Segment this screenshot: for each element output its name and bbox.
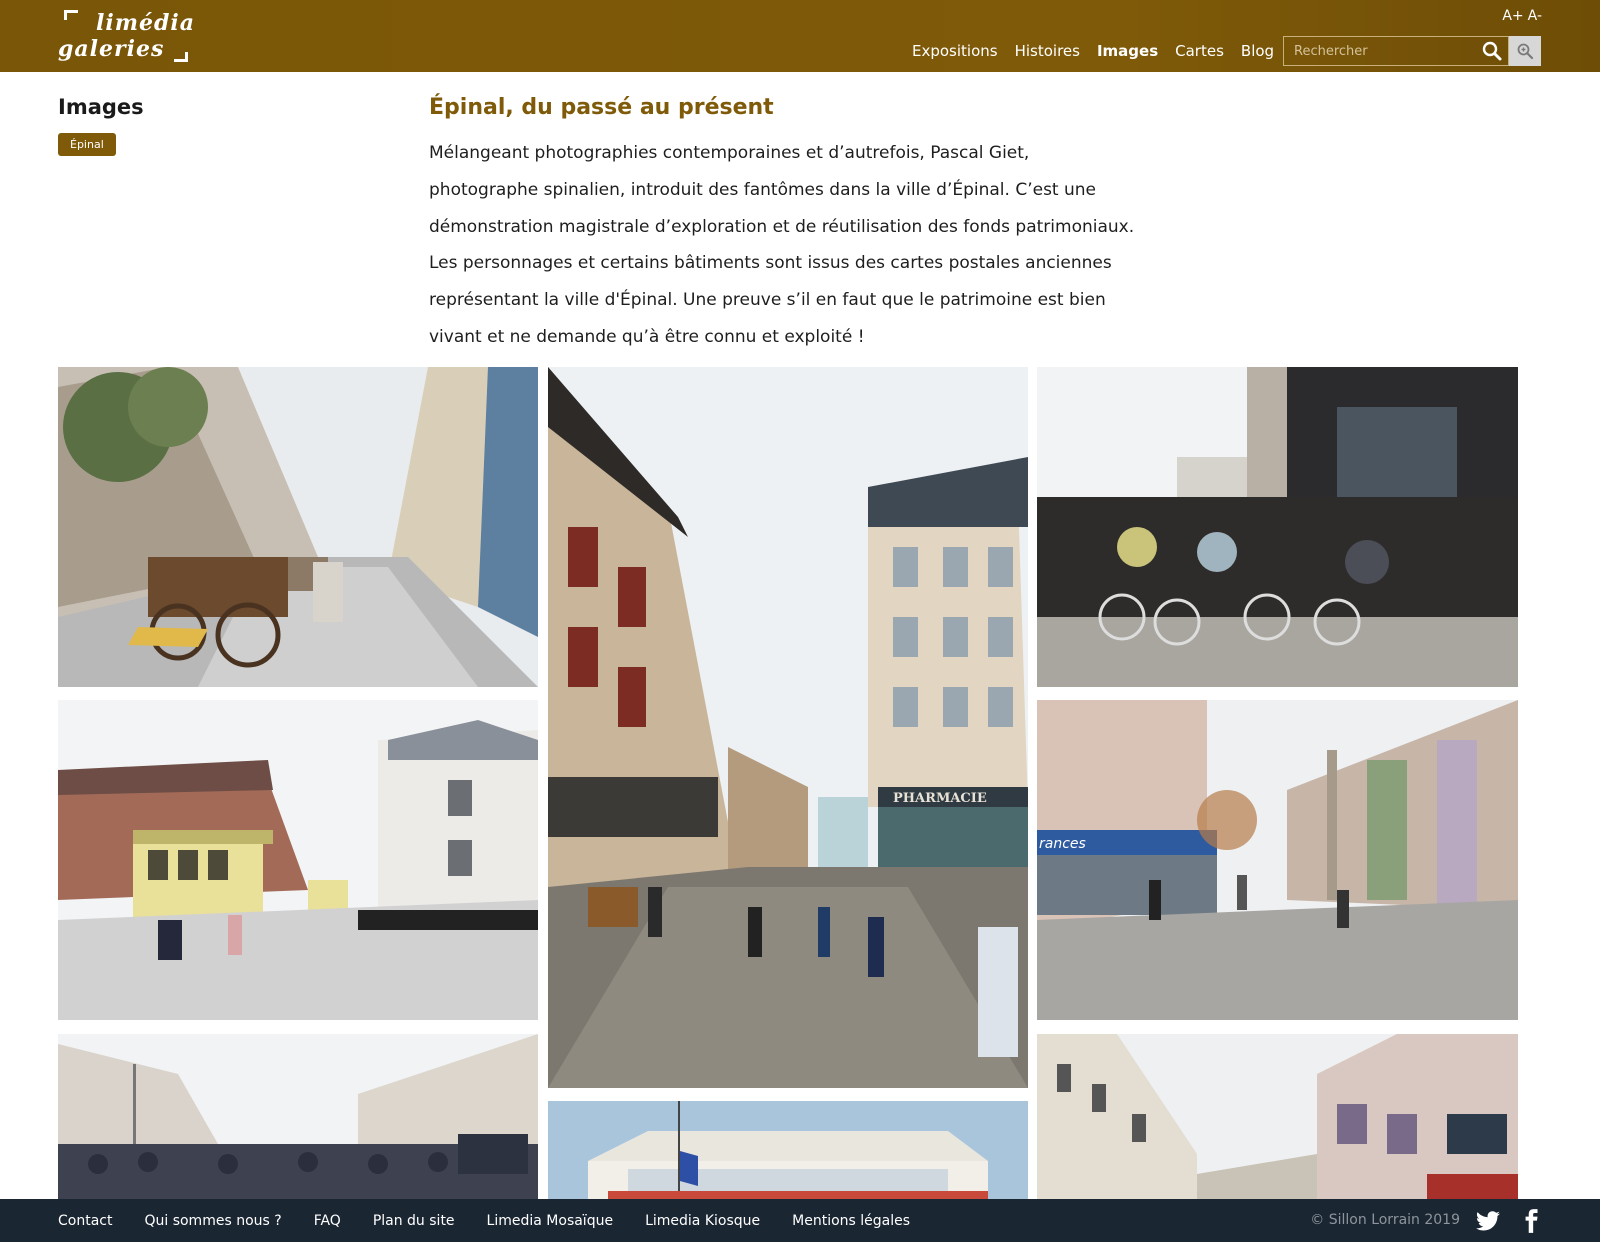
nav-blog[interactable]: Blog xyxy=(1241,42,1274,60)
photo-building-flag[interactable] xyxy=(548,1101,1028,1199)
photo-street-cart[interactable] xyxy=(58,367,538,687)
photo-square-pharmacie[interactable]: PHARMACIE xyxy=(548,367,1028,1088)
description-line: Les personnages et certains bâtiments so… xyxy=(429,253,1112,274)
copyright: © Sillon Lorrain 2019 xyxy=(1310,1212,1460,1228)
logo-line1: limédia xyxy=(96,10,195,36)
footer-link-sitemap[interactable]: Plan du site xyxy=(373,1213,455,1229)
search-box xyxy=(1283,36,1541,66)
font-size-controls: A+ A- xyxy=(1502,8,1542,24)
font-increase-button[interactable]: A+ xyxy=(1502,8,1523,24)
nav-expositions[interactable]: Expositions xyxy=(912,42,998,60)
nav-cartes[interactable]: Cartes xyxy=(1175,42,1224,60)
footer-link-about[interactable]: Qui sommes nous ? xyxy=(144,1213,281,1229)
footer-link-contact[interactable]: Contact xyxy=(58,1213,112,1229)
description-line: démonstration magistrale d’exploration e… xyxy=(429,216,1135,237)
footer-link-kiosque[interactable]: Limedia Kiosque xyxy=(645,1213,760,1229)
logo-corner-icon xyxy=(64,10,78,20)
zoom-search-icon xyxy=(1517,43,1534,60)
footer-link-legal[interactable]: Mentions légales xyxy=(792,1213,910,1229)
photo-cyclists[interactable] xyxy=(1037,367,1518,687)
photo-street-buildings[interactable] xyxy=(1037,1034,1518,1199)
nav-images[interactable]: Images xyxy=(1097,42,1158,60)
article-description: Mélangeant photographies contemporaines … xyxy=(429,135,1169,356)
footer-link-faq[interactable]: FAQ xyxy=(314,1213,341,1229)
photo-square-fountain[interactable]: rances xyxy=(1037,700,1518,1020)
article-title: Épinal, du passé au présent xyxy=(429,95,774,120)
advanced-search-button[interactable] xyxy=(1509,36,1541,66)
section-title: Images xyxy=(58,95,144,119)
search-input[interactable] xyxy=(1283,36,1509,66)
pharmacie-sign: PHARMACIE xyxy=(893,791,987,806)
limedia-logo[interactable]: limédia galeries xyxy=(58,8,208,64)
description-line: vivant et ne demande qu’à être connu et … xyxy=(429,326,865,347)
description-line: Mélangeant photographies contemporaines … xyxy=(429,143,1030,163)
description-line: photographe spinalien, introduit des fan… xyxy=(429,179,1097,200)
font-decrease-button[interactable]: A- xyxy=(1528,8,1542,24)
footer-link-mosaique[interactable]: Limedia Mosaïque xyxy=(487,1213,614,1229)
twitter-icon[interactable] xyxy=(1475,1208,1501,1234)
search-icon[interactable] xyxy=(1481,40,1503,62)
shop-sign: rances xyxy=(1039,836,1086,852)
logo-corner-icon xyxy=(174,52,188,62)
top-bar: limédia galeries A+ A- Expositions Histo… xyxy=(0,0,1600,72)
nav-histoires[interactable]: Histoires xyxy=(1015,42,1080,60)
facebook-icon[interactable] xyxy=(1518,1208,1544,1234)
logo-line2: galeries xyxy=(58,36,165,62)
photo-tram-crossing[interactable] xyxy=(58,700,538,1020)
footer: Contact Qui sommes nous ? FAQ Plan du si… xyxy=(0,1199,1600,1242)
footer-links: Contact Qui sommes nous ? FAQ Plan du si… xyxy=(58,1199,910,1242)
main-nav: Expositions Histoires Images Cartes Blog xyxy=(912,42,1274,60)
tag-epinal[interactable]: Épinal xyxy=(58,133,116,156)
description-line: représentant la ville d'Épinal. Une preu… xyxy=(429,290,1106,311)
photo-soldiers-street[interactable] xyxy=(58,1034,538,1199)
